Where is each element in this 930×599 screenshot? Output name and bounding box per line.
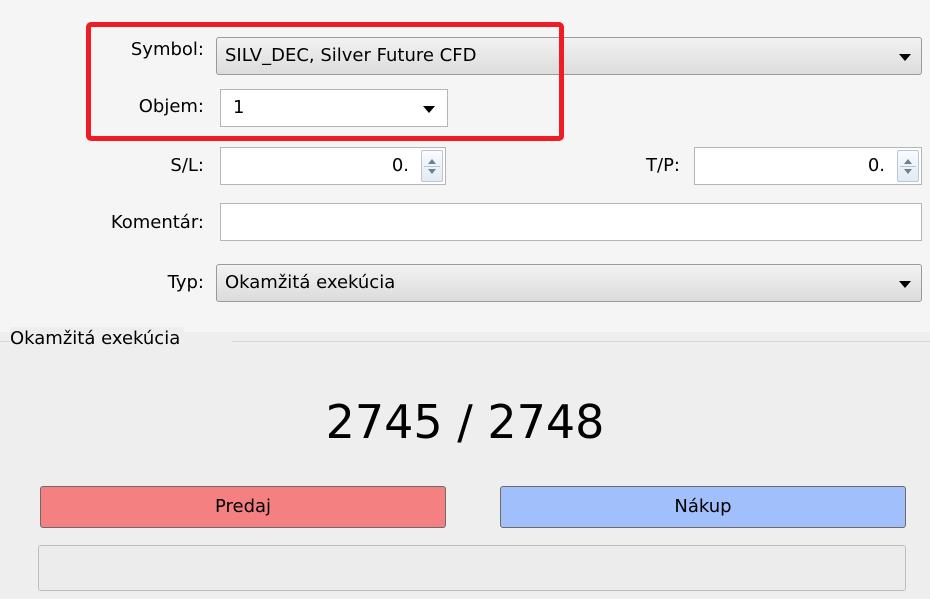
- sl-label: S/L:: [170, 155, 204, 176]
- tp-spinner-arrows-icon[interactable]: [897, 150, 919, 182]
- type-select[interactable]: Okamžitá exekúcia: [216, 264, 922, 302]
- chevron-down-icon: [899, 54, 911, 61]
- buy-button[interactable]: Nákup: [500, 486, 906, 528]
- comment-label: Komentár:: [110, 212, 204, 233]
- sl-value: 0.: [391, 155, 409, 176]
- type-value: Okamžitá exekúcia: [225, 272, 396, 293]
- tp-value: 0.: [867, 155, 885, 176]
- chevron-down-icon: [899, 281, 911, 288]
- bid-ask-price: 2745 / 2748: [325, 395, 605, 449]
- group-divider: [232, 341, 930, 342]
- sell-button[interactable]: Predaj: [40, 486, 446, 528]
- tp-input[interactable]: 0.: [694, 147, 922, 185]
- sl-spinner-arrows-icon[interactable]: [421, 150, 443, 182]
- execution-group-title: Okamžitá exekúcia: [10, 327, 185, 351]
- status-bar: [38, 545, 906, 591]
- tp-label: T/P:: [646, 155, 680, 176]
- type-label: Typ:: [167, 272, 204, 293]
- group-divider-left: [0, 341, 10, 342]
- comment-input[interactable]: [220, 203, 922, 241]
- sl-input[interactable]: 0.: [220, 147, 446, 185]
- highlight-box: [86, 22, 564, 141]
